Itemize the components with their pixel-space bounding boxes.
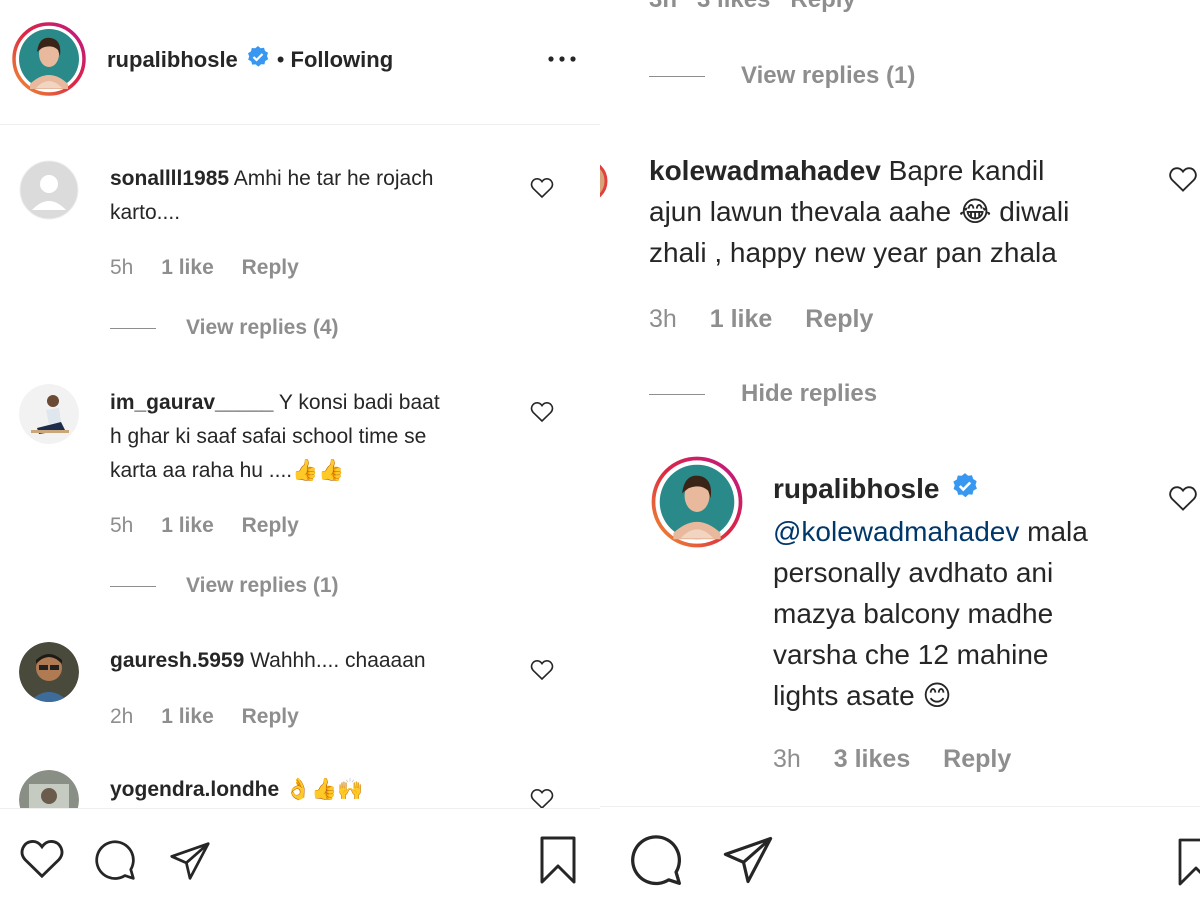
comment-text: ajun lawun thevala aahe 😂 diwali (649, 196, 1070, 227)
comment-body: im_gaurav_____ Y konsi badi baat h ghar … (110, 386, 530, 488)
comment-username[interactable]: gauresh.5959 (110, 649, 244, 672)
reply-username[interactable]: rupalibhosle (773, 473, 939, 504)
reply-button[interactable]: Reply (943, 745, 1011, 773)
verified-badge-icon (951, 470, 979, 511)
left-screenshot-panel: rupalibhosle • Following sonallll1985 Am… (0, 0, 600, 900)
reply-button[interactable]: Reply (242, 514, 299, 537)
view-replies-button[interactable]: View replies (1) (649, 62, 915, 90)
reply-text: personally avdhato ani (773, 557, 1054, 589)
header-divider (0, 124, 600, 125)
comment-text: zhali , happy new year pan zhala (649, 237, 1057, 268)
comment-like-heart-icon[interactable] (530, 788, 554, 808)
view-replies-button[interactable]: View replies (4) (110, 316, 339, 340)
view-replies-label: View replies (4) (186, 316, 339, 339)
mention-link[interactable]: @kolewadmahadev (773, 516, 1019, 547)
comment-text: karto.... (110, 201, 181, 224)
reply-author-avatar[interactable] (651, 456, 743, 548)
comment-time: 5h (110, 514, 134, 537)
hide-replies-label: Hide replies (741, 380, 878, 407)
view-replies-label: View replies (1) (186, 574, 339, 597)
reply-likes-count[interactable]: 3 likes (834, 745, 910, 773)
view-replies-label: View replies (1) (741, 62, 916, 89)
comment-text: h ghar ki saaf safai school time se (110, 425, 427, 448)
replies-line (110, 327, 156, 329)
comment-username[interactable]: im_gaurav_____ (110, 391, 273, 414)
commenter-avatar[interactable] (19, 160, 79, 220)
action-bar-divider (0, 808, 600, 809)
reply-meta: 3h 3 likes Reply (773, 745, 1033, 774)
comment-meta: 5h 1 like Reply (110, 514, 321, 538)
bookmark-icon[interactable] (1176, 832, 1200, 892)
comment-like-heart-icon[interactable] (530, 659, 554, 681)
comment-like-heart-icon[interactable] (1168, 485, 1198, 512)
comment-like-heart-icon[interactable] (530, 401, 554, 423)
replies-line (649, 75, 705, 77)
comment-username[interactable]: kolewadmahadev (649, 155, 881, 186)
comment-time: 2h (110, 705, 134, 728)
comment-text: Amhi he tar he rojach (233, 167, 434, 190)
verified-badge-icon (246, 45, 270, 75)
view-replies-button[interactable]: View replies (1) (110, 574, 339, 598)
comment-meta-partial: 3h 3 likes Reply (649, 0, 856, 14)
comment-body: yogendra.londhe 👌👍🙌 (110, 772, 530, 807)
comment-like-heart-icon[interactable] (530, 177, 554, 199)
reply-button[interactable]: Reply (242, 256, 299, 279)
reply-body: rupalibhosle @kolewadmahadev mala person… (773, 468, 1153, 716)
reply-time: 3h (773, 745, 801, 773)
commenter-avatar[interactable] (19, 384, 79, 444)
comment-likes-count[interactable]: 1 like (161, 514, 214, 537)
comment-body: kolewadmahadev Bapre kandil ajun lawun t… (649, 150, 1129, 273)
reply-text: varsha che 12 mahine (773, 639, 1049, 671)
reply-button[interactable]: Reply (805, 305, 873, 333)
comment-icon[interactable] (93, 838, 137, 882)
more-horizontal-icon[interactable] (547, 49, 577, 74)
commenter-avatar[interactable] (19, 770, 79, 808)
follow-status-button[interactable]: Following (291, 47, 394, 73)
commenter-avatar-partial (600, 158, 610, 204)
comment-meta: 3h 1 like Reply (649, 305, 895, 334)
post-header: rupalibhosle • Following (107, 45, 393, 75)
comment-time: 3h (649, 305, 677, 333)
hide-replies-button[interactable]: Hide replies (649, 380, 877, 408)
comment-likes-count[interactable]: 1 like (161, 705, 214, 728)
replies-line (110, 585, 156, 587)
reply-button[interactable]: Reply (242, 705, 299, 728)
comment-text: karta aa raha hu ....👍👍 (110, 459, 345, 482)
share-icon[interactable] (168, 840, 212, 882)
comment-text: Y konsi badi baat (278, 391, 440, 414)
comment-likes-count[interactable]: 1 like (161, 256, 214, 279)
comment-row-partial: yogendra.londhe 👌👍🙌 (0, 760, 600, 808)
action-bar-divider (600, 806, 1200, 807)
post-author-username[interactable]: rupalibhosle (107, 47, 238, 73)
header-separator: • (276, 47, 285, 72)
comment-username[interactable]: sonallll1985 (110, 167, 229, 190)
comment-body: sonallll1985 Amhi he tar he rojach karto… (110, 162, 510, 230)
comment-username[interactable]: yogendra.londhe (110, 778, 279, 801)
comment-likes-count[interactable]: 1 like (710, 305, 773, 333)
reply-text: mala (1027, 516, 1088, 548)
comment-meta: 2h 1 like Reply (110, 705, 321, 729)
comment-meta: 5h 1 like Reply (110, 256, 321, 280)
right-screenshot-panel: 3h 3 likes Reply View replies (1) kolewa… (600, 0, 1200, 900)
post-author-avatar[interactable] (12, 22, 86, 96)
commenter-avatar[interactable] (19, 642, 79, 702)
reply-text: mazya balcony madhe (773, 598, 1054, 630)
reply-text: lights asate 😊 (773, 680, 952, 712)
comment-text: Wahhh.... chaaaan (250, 649, 426, 672)
comment-icon[interactable] (628, 832, 684, 888)
comment-text: Bapre kandil (888, 155, 1045, 186)
replies-line (649, 393, 705, 395)
heart-icon[interactable] (19, 838, 65, 880)
bookmark-icon[interactable] (538, 836, 578, 884)
comment-time: 5h (110, 256, 134, 279)
comment-text: 👌👍🙌 (285, 777, 364, 801)
comment-body: gauresh.5959 Wahhh.... chaaaan (110, 644, 530, 678)
comment-like-heart-icon[interactable] (1168, 166, 1198, 193)
share-icon[interactable] (720, 834, 776, 886)
